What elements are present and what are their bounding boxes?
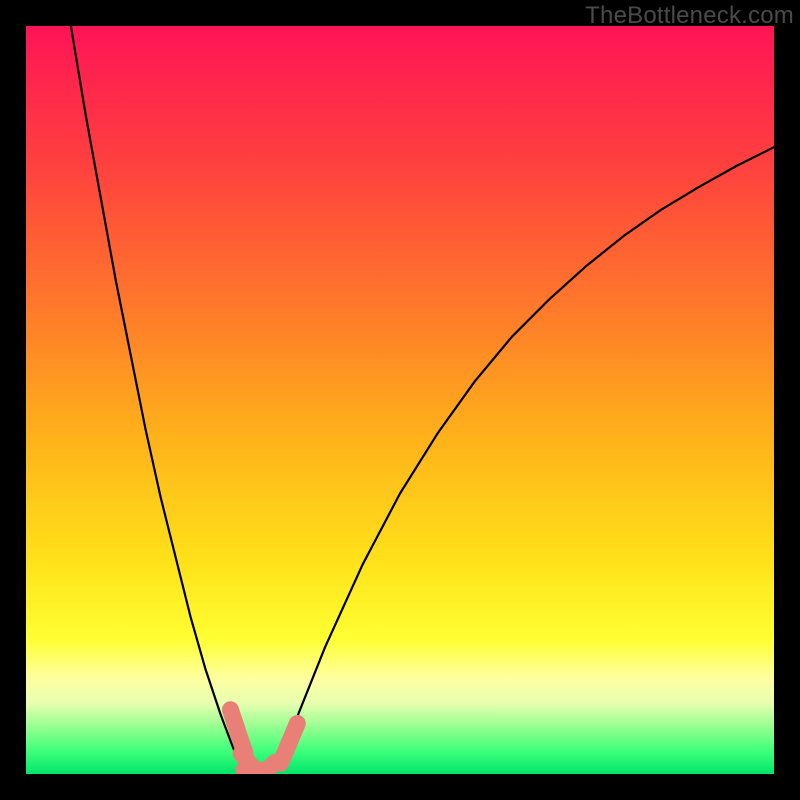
watermark-text: TheBottleneck.com (585, 2, 794, 30)
plot-area (26, 26, 774, 774)
marker-segment (289, 723, 298, 743)
gradient-background (26, 26, 774, 774)
chart-frame: TheBottleneck.com (0, 0, 800, 800)
chart-svg (26, 26, 774, 774)
